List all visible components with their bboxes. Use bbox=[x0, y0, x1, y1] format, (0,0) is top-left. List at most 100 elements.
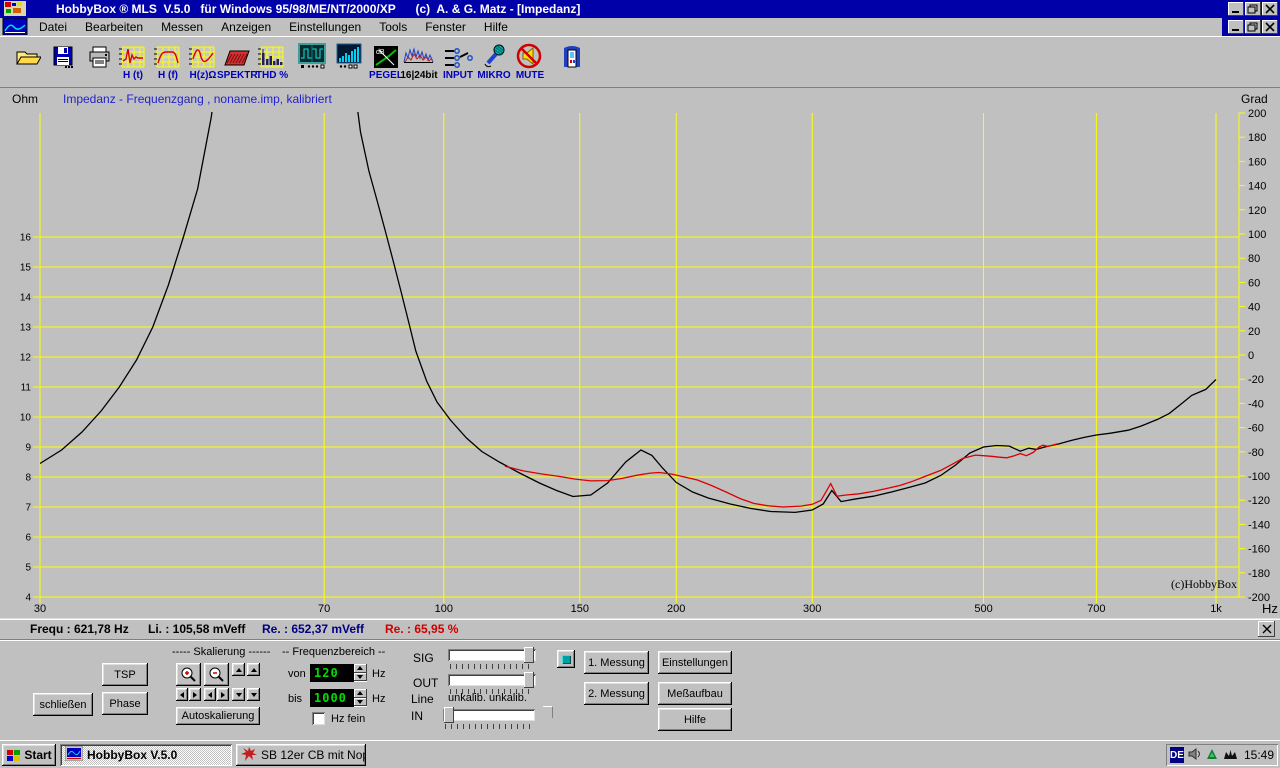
von-spin-up-button[interactable] bbox=[353, 664, 367, 673]
close-button[interactable] bbox=[1262, 2, 1278, 16]
hilfe-button[interactable]: Hilfe bbox=[658, 708, 732, 731]
svg-text:-120: -120 bbox=[1248, 495, 1270, 507]
out-slider[interactable] bbox=[448, 672, 536, 688]
scroll-left-button-2[interactable] bbox=[204, 688, 216, 701]
svg-text:140: 140 bbox=[1248, 181, 1266, 193]
svg-text:7: 7 bbox=[25, 503, 31, 514]
svg-text:15: 15 bbox=[20, 263, 32, 274]
von-spin-down-button[interactable] bbox=[353, 672, 367, 681]
ht-icon bbox=[113, 42, 153, 69]
volume-icon[interactable] bbox=[1187, 747, 1202, 764]
scope-tool-button[interactable] bbox=[292, 42, 332, 69]
autoskalierung-button[interactable]: Autoskalierung bbox=[176, 707, 260, 725]
messaufbau-button[interactable]: Meßaufbau bbox=[658, 682, 732, 705]
exit-tool-button[interactable] bbox=[552, 42, 592, 69]
task-button-1[interactable]: HobbyBox V.5.0 bbox=[60, 744, 232, 766]
hz-fein-checkbox[interactable] bbox=[312, 712, 325, 725]
system-tray: DE 15:49 bbox=[1166, 744, 1278, 766]
mikro-tool-button[interactable]: MIKRO bbox=[474, 42, 514, 81]
svg-text:200: 200 bbox=[667, 603, 685, 615]
bars-tool-button[interactable] bbox=[329, 42, 369, 69]
minimize-button[interactable] bbox=[1228, 2, 1244, 16]
scroll-right-button-1[interactable] bbox=[189, 688, 201, 701]
ht-tool-button[interactable]: H (t) bbox=[113, 42, 153, 81]
chart-grid bbox=[33, 112, 1245, 603]
svg-text:-20: -20 bbox=[1248, 374, 1264, 386]
thd-tool-button[interactable]: THD % bbox=[252, 42, 292, 81]
hf-tool-button[interactable]: H (f) bbox=[148, 42, 188, 81]
svg-text:12: 12 bbox=[20, 353, 32, 364]
task-button-2[interactable]: SB 12er CB mit Noppe IR... bbox=[236, 744, 366, 766]
von-frequency-input[interactable]: 120 bbox=[310, 664, 354, 682]
messung1-label: 1. Messung bbox=[588, 656, 645, 669]
frequenzbereich-group-label: -- Frequenzbereich -- bbox=[282, 646, 386, 658]
start-label: Start bbox=[24, 748, 52, 762]
mdi-minimize-button[interactable] bbox=[1228, 20, 1244, 34]
chart-area: Ohm Grad Impedanz - Frequenzgang , nonam… bbox=[0, 88, 1280, 618]
mute-tool-button[interactable]: MUTE bbox=[510, 42, 550, 81]
impedanz-document-icon[interactable] bbox=[2, 17, 28, 38]
clock[interactable]: 15:49 bbox=[1244, 748, 1274, 762]
zoom-out-button[interactable] bbox=[204, 663, 229, 686]
zoom-in-button[interactable] bbox=[176, 663, 201, 686]
scroll-left-button-1[interactable] bbox=[176, 688, 188, 701]
bit-tool-button[interactable]: 16|24bit bbox=[399, 42, 439, 81]
messung2-label: 2. Messung bbox=[588, 687, 645, 700]
line-in-slider-thumb[interactable] bbox=[444, 707, 454, 723]
menu-tools[interactable]: Tools bbox=[370, 19, 416, 35]
bis-frequency-input[interactable]: 1000 bbox=[310, 689, 354, 707]
messung1-button[interactable]: 1. Messung bbox=[584, 651, 649, 674]
right-arrow-icon bbox=[221, 691, 225, 698]
von-field-group: 120 bbox=[310, 664, 367, 682]
up-arrow-icon bbox=[357, 691, 364, 696]
status-led-button[interactable] bbox=[557, 650, 575, 668]
sig-slider[interactable] bbox=[448, 647, 536, 663]
tray-device-icon[interactable] bbox=[1222, 747, 1239, 764]
scroll-down-button-2[interactable] bbox=[247, 688, 260, 701]
out-slider-thumb[interactable] bbox=[524, 672, 534, 688]
svg-text:100: 100 bbox=[435, 603, 453, 615]
hz-fein-label: Hz fein bbox=[331, 713, 366, 725]
svg-text:9: 9 bbox=[25, 443, 31, 454]
scroll-down-button-1[interactable] bbox=[232, 688, 245, 701]
svg-text:8: 8 bbox=[25, 473, 31, 484]
phase-button[interactable]: Phase bbox=[102, 692, 148, 715]
save-tool-button[interactable] bbox=[43, 42, 83, 69]
tray-utility-icon[interactable] bbox=[1205, 747, 1219, 764]
menu-fenster[interactable]: Fenster bbox=[416, 19, 475, 35]
bis-spin-up-button[interactable] bbox=[353, 689, 367, 698]
menu-einstellungen[interactable]: Einstellungen bbox=[280, 19, 370, 35]
svg-text:-40: -40 bbox=[1248, 398, 1264, 410]
menu-datei[interactable]: Datei bbox=[30, 19, 76, 35]
mdi-close-button[interactable] bbox=[1262, 20, 1278, 34]
einstellungen-button[interactable]: Einstellungen bbox=[658, 651, 732, 674]
line-in-slider[interactable] bbox=[443, 707, 535, 723]
menu-messen[interactable]: Messen bbox=[152, 19, 212, 35]
mdi-restore-button[interactable] bbox=[1245, 20, 1261, 34]
input-tool-button[interactable]: INPUT bbox=[438, 42, 478, 81]
statusbar-close-button[interactable] bbox=[1258, 621, 1275, 637]
scroll-up-button-1[interactable] bbox=[232, 663, 245, 676]
start-button[interactable]: Start bbox=[2, 744, 56, 766]
scroll-right-button-2[interactable] bbox=[217, 688, 229, 701]
scope-icon bbox=[292, 42, 332, 69]
menu-bearbeiten[interactable]: Bearbeiten bbox=[76, 19, 152, 35]
schliessen-button[interactable]: schließen bbox=[33, 693, 93, 716]
svg-text:500: 500 bbox=[974, 603, 992, 615]
spektr-tool-button[interactable]: SPEKTR. bbox=[217, 42, 260, 81]
language-indicator[interactable]: DE bbox=[1170, 747, 1184, 763]
open-folder-tool-button[interactable] bbox=[8, 42, 48, 69]
svg-text:70: 70 bbox=[318, 603, 330, 615]
messung2-button[interactable]: 2. Messung bbox=[584, 682, 649, 705]
sig-slider-thumb[interactable] bbox=[524, 647, 534, 663]
bis-spin-down-button[interactable] bbox=[353, 697, 367, 706]
menu-anzeigen[interactable]: Anzeigen bbox=[212, 19, 280, 35]
task-label: HobbyBox V.5.0 bbox=[87, 748, 178, 762]
restore-button[interactable] bbox=[1245, 2, 1261, 16]
tsp-button[interactable]: TSP bbox=[102, 663, 148, 686]
scroll-up-button-2[interactable] bbox=[247, 663, 260, 676]
status-field-4: Re. : 65,95 % bbox=[385, 622, 459, 636]
menu-hilfe[interactable]: Hilfe bbox=[475, 19, 517, 35]
save-icon bbox=[43, 42, 83, 69]
bis-hz-label: Hz bbox=[372, 693, 386, 705]
